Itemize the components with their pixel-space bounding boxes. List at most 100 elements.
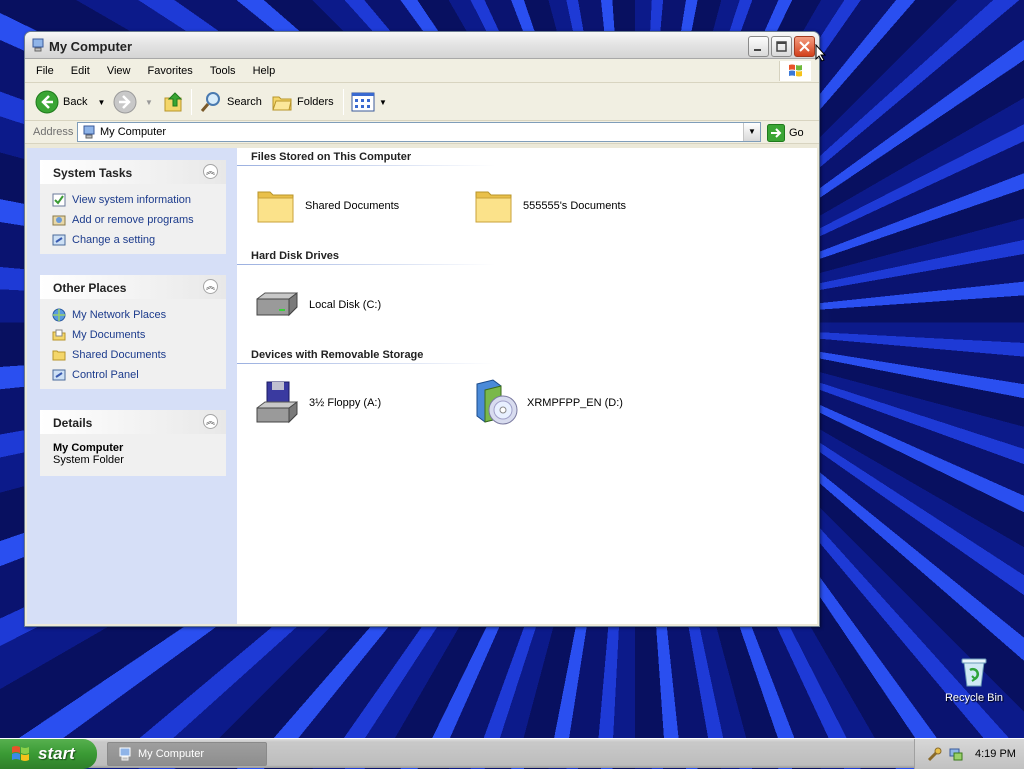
task-label: Add or remove programs bbox=[72, 214, 194, 226]
tray-tools-icon[interactable] bbox=[927, 746, 943, 762]
search-icon bbox=[200, 92, 220, 112]
collapse-chevron-icon[interactable]: ︽ bbox=[203, 414, 218, 429]
collapse-chevron-icon[interactable]: ︽ bbox=[203, 279, 218, 294]
address-value: My Computer bbox=[100, 126, 167, 138]
place-my-documents[interactable]: My Documents bbox=[52, 325, 226, 345]
place-label: Shared Documents bbox=[72, 349, 167, 361]
item-floppy-a[interactable]: 3½ Floppy (A:) bbox=[253, 380, 381, 426]
minimize-button[interactable] bbox=[748, 36, 769, 57]
go-button[interactable]: Go bbox=[767, 124, 804, 142]
item-user-documents[interactable]: 555555's Documents bbox=[473, 186, 626, 226]
address-dropdown-button[interactable]: ▼ bbox=[743, 123, 760, 141]
toolbar-separator bbox=[191, 89, 192, 115]
folders-label: Folders bbox=[297, 96, 334, 108]
views-button[interactable]: ▼ bbox=[351, 90, 387, 114]
computer-icon bbox=[32, 38, 44, 52]
close-icon bbox=[799, 41, 810, 52]
mouse-cursor-icon bbox=[815, 44, 827, 62]
my-documents-icon bbox=[52, 329, 66, 341]
folder-icon bbox=[257, 191, 294, 223]
place-label: My Documents bbox=[72, 329, 146, 341]
menu-file[interactable]: File bbox=[36, 59, 54, 77]
menu-favorites[interactable]: Favorites bbox=[148, 59, 193, 77]
forward-button[interactable]: ▼ bbox=[113, 90, 153, 114]
item-label: XRMPFPP_EN (D:) bbox=[527, 397, 623, 409]
chevron-down-icon[interactable]: ▼ bbox=[379, 98, 387, 107]
start-button[interactable]: start bbox=[0, 739, 97, 769]
details-type: System Folder bbox=[53, 454, 124, 466]
floppy-drive-icon bbox=[256, 381, 298, 424]
item-cd-drive-d[interactable]: XRMPFPP_EN (D:) bbox=[471, 378, 623, 428]
address-input[interactable]: My Computer ▼ bbox=[77, 122, 761, 142]
close-button[interactable] bbox=[794, 36, 815, 57]
details-title: Details bbox=[53, 416, 93, 430]
views-grid-icon bbox=[351, 92, 375, 112]
task-change-setting[interactable]: Change a setting bbox=[52, 230, 226, 250]
menu-view[interactable]: View bbox=[107, 59, 131, 77]
tray-network-icon[interactable] bbox=[948, 746, 964, 762]
item-label: 555555's Documents bbox=[523, 200, 626, 212]
menu-edit[interactable]: Edit bbox=[71, 59, 90, 77]
clock[interactable]: 4:19 PM bbox=[975, 748, 1016, 760]
back-arrow-icon bbox=[35, 90, 59, 114]
windows-logo-icon bbox=[12, 746, 29, 761]
minimize-icon bbox=[754, 49, 761, 51]
up-folder-button[interactable] bbox=[163, 90, 185, 114]
place-control-panel[interactable]: Control Panel bbox=[52, 365, 226, 385]
details-header[interactable]: Details ︽ bbox=[40, 410, 226, 434]
address-bar: Address My Computer ▼ Go bbox=[25, 121, 819, 144]
collapse-chevron-icon[interactable]: ︽ bbox=[203, 164, 218, 179]
chevron-down-icon: ▼ bbox=[748, 127, 756, 136]
details-name: My Computer bbox=[53, 442, 124, 454]
maximize-button[interactable] bbox=[771, 36, 792, 57]
other-places-panel: Other Places ︽ My Network Places My Docu… bbox=[40, 275, 226, 389]
group-divider bbox=[237, 165, 495, 166]
item-local-disk-c[interactable]: Local Disk (C:) bbox=[253, 285, 381, 325]
other-places-header[interactable]: Other Places ︽ bbox=[40, 275, 226, 299]
group-title-drives: Hard Disk Drives bbox=[251, 250, 340, 262]
search-label: Search bbox=[227, 96, 262, 108]
system-tray: 4:19 PM bbox=[914, 739, 1024, 769]
menu-tools[interactable]: Tools bbox=[210, 59, 236, 77]
item-label: Local Disk (C:) bbox=[309, 299, 382, 311]
task-view-system-info[interactable]: View system information bbox=[52, 190, 226, 210]
toolbar-separator bbox=[343, 89, 344, 115]
system-tasks-title: System Tasks bbox=[53, 166, 133, 180]
title-bar[interactable]: My Computer bbox=[25, 32, 819, 59]
forward-arrow-icon bbox=[113, 90, 137, 114]
maximize-icon bbox=[776, 41, 787, 52]
chevron-down-icon[interactable]: ▼ bbox=[97, 98, 105, 107]
item-label: 3½ Floppy (A:) bbox=[309, 397, 382, 409]
add-remove-programs-icon bbox=[52, 215, 66, 226]
folders-button[interactable]: Folders bbox=[271, 90, 334, 114]
place-shared-documents[interactable]: Shared Documents bbox=[52, 345, 226, 365]
back-button[interactable]: Back ▼ bbox=[35, 90, 105, 114]
item-label: Shared Documents bbox=[305, 200, 400, 212]
go-arrow-icon bbox=[767, 124, 785, 142]
menu-bar: File Edit View Favorites Tools Help bbox=[25, 59, 819, 83]
chevron-down-icon[interactable]: ▼ bbox=[145, 98, 153, 107]
computer-icon bbox=[119, 747, 131, 761]
window-title: My Computer bbox=[49, 39, 133, 54]
details-panel: Details ︽ My Computer System Folder bbox=[40, 410, 226, 476]
control-panel-icon bbox=[52, 369, 66, 381]
place-my-network-places[interactable]: My Network Places bbox=[52, 305, 226, 325]
search-button[interactable]: Search bbox=[199, 90, 262, 114]
folders-icon bbox=[272, 96, 292, 111]
recycle-bin-desktop-icon[interactable]: Recycle Bin bbox=[940, 656, 1008, 704]
system-info-icon bbox=[52, 193, 66, 207]
taskbar-item-my-computer[interactable]: My Computer bbox=[107, 742, 267, 766]
computer-icon bbox=[83, 125, 95, 139]
cd-drive-icon bbox=[476, 379, 518, 425]
go-label: Go bbox=[789, 127, 804, 139]
folder-icon bbox=[52, 350, 66, 361]
file-view: Files Stored on This Computer Shared Doc… bbox=[237, 148, 817, 624]
control-panel-icon bbox=[52, 234, 66, 246]
recycle-bin-icon bbox=[961, 658, 987, 687]
menu-help[interactable]: Help bbox=[253, 59, 276, 77]
windows-logo-icon bbox=[789, 64, 802, 77]
task-add-remove-programs[interactable]: Add or remove programs bbox=[52, 210, 226, 230]
item-shared-documents[interactable]: Shared Documents bbox=[255, 186, 399, 226]
taskbar: start My Computer 4:19 PM bbox=[0, 738, 1024, 769]
system-tasks-header[interactable]: System Tasks ︽ bbox=[40, 160, 226, 184]
